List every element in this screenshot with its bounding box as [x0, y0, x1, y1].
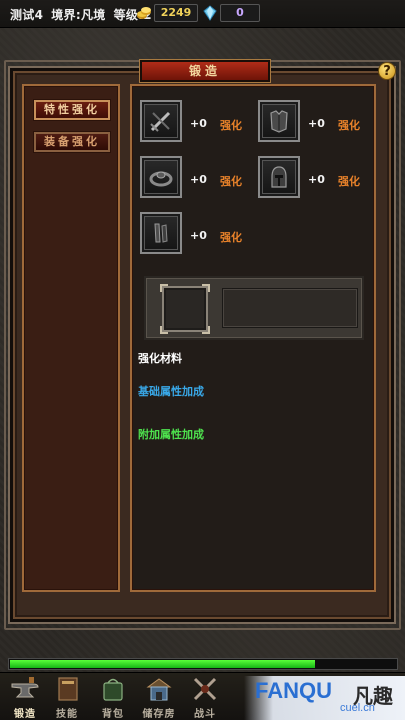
helmet-icon	[271, 166, 287, 188]
nav-forge[interactable]: 锻造	[2, 673, 48, 720]
ring-icon	[149, 171, 173, 187]
help-button[interactable]: ?	[378, 62, 396, 80]
tab-trait-enhance[interactable]: 特性强化	[34, 100, 110, 120]
ring-bonus: +0	[190, 173, 207, 186]
belt-icon	[154, 223, 168, 243]
book-icon	[58, 677, 78, 701]
player-realm: 境界:凡境	[51, 8, 106, 22]
base-attr-label: 基础属性加成	[138, 385, 204, 398]
nav-battle-label: 战斗	[194, 709, 216, 720]
equip-slot-belt[interactable]	[140, 212, 182, 254]
weapon-enhance-link[interactable]: 强化	[220, 117, 242, 133]
equip-slot-armor[interactable]	[258, 100, 300, 142]
armor-bonus: +0	[308, 117, 325, 130]
nav-bag[interactable]: 背包	[90, 673, 136, 720]
bag-icon	[103, 678, 123, 701]
helmet-enhance-link[interactable]: 强化	[338, 173, 360, 189]
gem-counter: 0	[220, 4, 260, 22]
nav-battle[interactable]: 战斗	[182, 673, 228, 720]
nav-storage[interactable]: 储存房	[136, 673, 182, 720]
watermark-site: cuel.cn	[340, 702, 375, 714]
forge-area	[144, 276, 364, 340]
tab-column: 特性强化 装备强化	[22, 84, 120, 592]
gold-coins-icon	[137, 7, 151, 19]
belt-bonus: +0	[190, 229, 207, 242]
forge-item-slot[interactable]	[160, 284, 210, 334]
forge-info-box	[222, 288, 358, 328]
belt-enhance-link[interactable]: 强化	[220, 229, 242, 245]
materials-label: 强化材料	[138, 352, 182, 365]
gold-counter: 2249	[154, 4, 198, 22]
status-bar: 测试4 境界:凡境 等级:2 2249 0	[0, 0, 405, 28]
nav-bag-label: 背包	[102, 709, 124, 720]
anvil-icon	[11, 677, 39, 698]
nav-skills[interactable]: 技能	[44, 673, 90, 720]
player-name: 测试4	[10, 8, 44, 22]
nav-skills-label: 技能	[56, 709, 78, 720]
corner-bracket-icon	[202, 284, 210, 292]
corner-bracket-icon	[160, 326, 168, 334]
nav-storage-label: 储存房	[142, 709, 176, 720]
equip-slot-ring[interactable]	[140, 156, 182, 198]
storage-icon	[146, 678, 172, 701]
swords-icon	[193, 677, 217, 701]
weapon-bonus: +0	[190, 117, 207, 130]
armor-enhance-link[interactable]: 强化	[338, 117, 360, 133]
ring-enhance-link[interactable]: 强化	[220, 173, 242, 189]
sword-icon	[150, 111, 171, 132]
experience-bar	[8, 658, 398, 670]
equip-slot-weapon[interactable]	[140, 100, 182, 142]
helmet-bonus: +0	[308, 173, 325, 186]
corner-bracket-icon	[160, 284, 168, 292]
extra-attr-label: 附加属性加成	[138, 428, 204, 441]
equip-slot-helmet[interactable]	[258, 156, 300, 198]
experience-bar-fill	[10, 660, 315, 668]
armor-icon	[270, 110, 288, 133]
gem-icon	[203, 5, 217, 21]
tab-equipment-enhance[interactable]: 装备强化	[34, 132, 110, 152]
panel-title: 锻造	[140, 60, 270, 82]
nav-forge-label: 锻造	[14, 709, 36, 720]
corner-bracket-icon	[202, 326, 210, 334]
watermark-brand: FANQU	[255, 678, 332, 703]
